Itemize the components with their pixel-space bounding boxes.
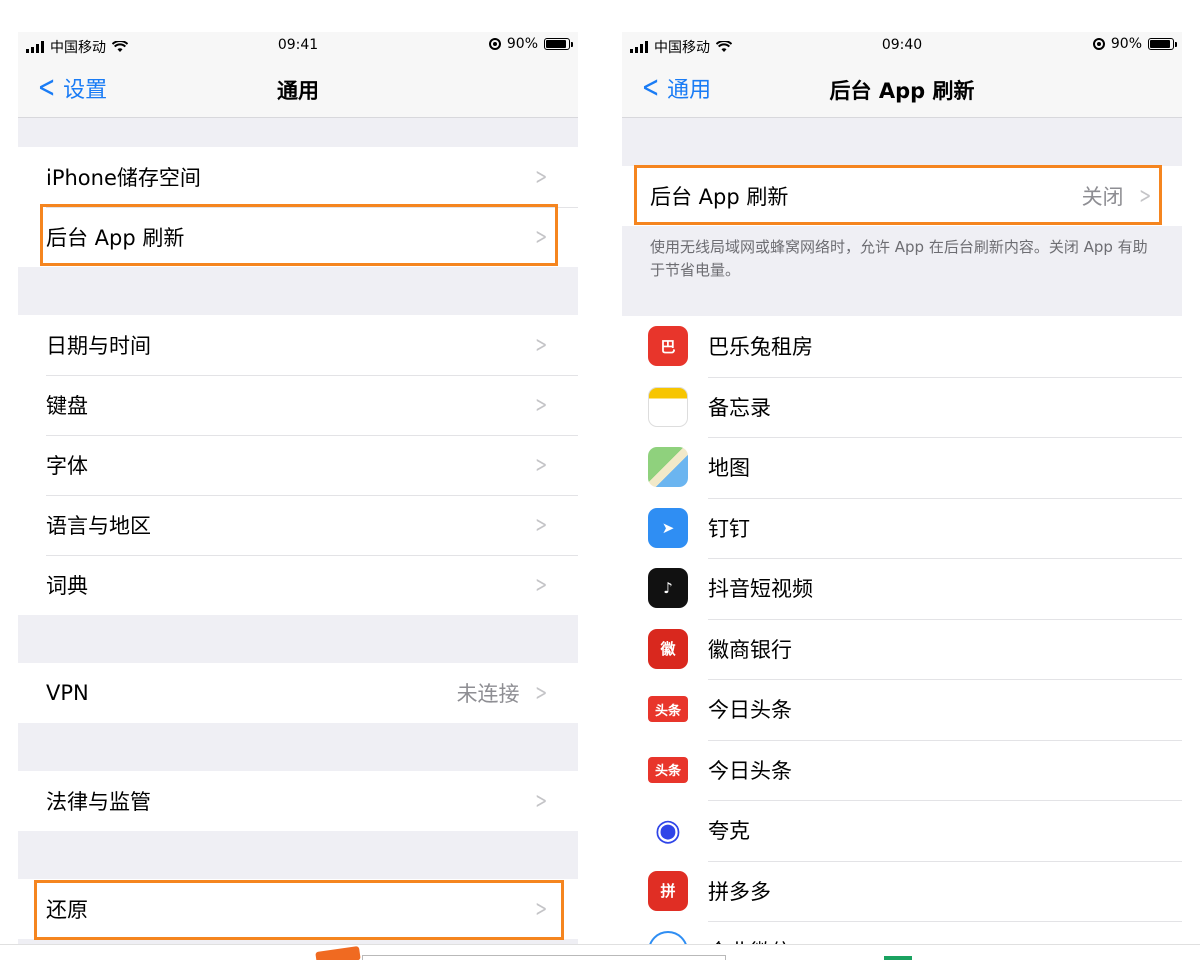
row-label: 语言与地区 bbox=[46, 514, 151, 538]
refresh-description: 使用无线局域网或蜂窝网络时，允许 App 在后台刷新内容。关闭 App 有助于节… bbox=[650, 238, 1148, 279]
chevron-right-icon: > bbox=[534, 452, 547, 478]
quark-icon: ◉ bbox=[648, 810, 688, 851]
app-name: 今日头条 bbox=[708, 758, 792, 783]
row-label: 日期与时间 bbox=[46, 334, 151, 358]
app-name: 徽商银行 bbox=[708, 637, 792, 662]
app-list: 巴巴乐兔租房 备忘录 地图 ➤ 钉钉 ♪ 抖音短视频徽徽商银行 头条 今日头条 头条 今日头条 ◉ 夸克… bbox=[622, 316, 1182, 947]
maps-icon bbox=[648, 447, 688, 488]
reset-row[interactable]: 还原 > bbox=[18, 879, 578, 939]
chevron-right-icon: > bbox=[534, 224, 547, 250]
dingtalk-icon: ➤ bbox=[648, 507, 688, 548]
page-title: 后台 App 刷新 bbox=[829, 79, 975, 103]
app-row[interactable]: 头条 今日头条 bbox=[622, 739, 1182, 800]
row-label: 后台 App 刷新 bbox=[46, 226, 185, 250]
status-bar: 中国移动 09:41 90% bbox=[18, 32, 578, 58]
chevron-right-icon: > bbox=[534, 332, 547, 358]
dictionary-row[interactable]: 词典 > bbox=[18, 555, 578, 615]
app-row[interactable]: 地图 bbox=[622, 437, 1182, 498]
background-app-refresh-row[interactable]: 后台 App 刷新 > bbox=[18, 207, 578, 267]
orange-fragment bbox=[315, 946, 361, 960]
douyin-icon: ♪ bbox=[648, 568, 688, 609]
legal-group: 法律与监管 > bbox=[18, 771, 578, 831]
app-row[interactable]: 头条 今日头条 bbox=[622, 679, 1182, 740]
row-label: iPhone储存空间 bbox=[46, 166, 201, 190]
chevron-right-icon: > bbox=[534, 512, 547, 538]
battery-icon bbox=[544, 38, 573, 50]
app-name: 夸克 bbox=[708, 819, 750, 844]
bale-rabbit-icon: 巴 bbox=[648, 326, 688, 367]
reset-group: 还原 > bbox=[18, 879, 578, 939]
battery-percent: 90% bbox=[1110, 36, 1142, 52]
row-label: VPN bbox=[46, 681, 89, 705]
chevron-right-icon: > bbox=[534, 164, 547, 190]
row-label: 键盘 bbox=[46, 394, 88, 418]
chevron-right-icon: > bbox=[534, 680, 547, 706]
line-fragment bbox=[362, 955, 726, 960]
date-time-row[interactable]: 日期与时间 > bbox=[18, 315, 578, 375]
orientation-lock-icon bbox=[1092, 38, 1105, 50]
orientation-lock-icon bbox=[488, 38, 501, 50]
chevron-right-icon: > bbox=[534, 896, 547, 922]
chevron-right-icon: > bbox=[1138, 183, 1151, 209]
row-label: 法律与监管 bbox=[46, 790, 151, 814]
nav-bar: < 设置 通用 bbox=[18, 58, 578, 118]
status-bar: 中国移动 09:40 90% bbox=[622, 32, 1182, 58]
app-row[interactable]: ♪ 抖音短视频 bbox=[622, 558, 1182, 619]
refresh-toggle-group: 后台 App 刷新 关闭 > bbox=[622, 166, 1182, 226]
app-row[interactable]: 巴巴乐兔租房 bbox=[622, 316, 1182, 377]
general-settings-screen: 中国移动 09:41 90% < 设置 通用 iPhone储存空间 > 后台 A… bbox=[18, 32, 578, 947]
battery-icon bbox=[1148, 38, 1177, 50]
chevron-right-icon: > bbox=[534, 392, 547, 418]
app-name: 地图 bbox=[708, 456, 750, 481]
bottom-edge-strip bbox=[0, 944, 1200, 960]
app-name: 备忘录 bbox=[708, 395, 771, 420]
app-name: 钉钉 bbox=[708, 516, 750, 541]
vpn-status: 未连接 bbox=[456, 682, 520, 706]
app-row[interactable]: ➤ 钉钉 bbox=[622, 497, 1182, 558]
app-row[interactable]: 备忘录 bbox=[622, 376, 1182, 437]
legal-regulatory-row[interactable]: 法律与监管 > bbox=[18, 771, 578, 831]
chevron-right-icon: > bbox=[534, 572, 547, 598]
vpn-group: VPN 未连接 > bbox=[18, 663, 578, 723]
page-title: 通用 bbox=[277, 79, 319, 103]
background-app-refresh-screen: 中国移动 09:40 90% < 通用 后台 App 刷新 后台 App 刷新 … bbox=[622, 32, 1182, 947]
keyboard-row[interactable]: 键盘 > bbox=[18, 375, 578, 435]
background-app-refresh-setting-row[interactable]: 后台 App 刷新 关闭 > bbox=[622, 166, 1182, 226]
iphone-storage-row[interactable]: iPhone储存空间 > bbox=[18, 147, 578, 207]
row-label: 还原 bbox=[46, 898, 88, 922]
fonts-row[interactable]: 字体 > bbox=[18, 435, 578, 495]
green-fragment bbox=[884, 956, 912, 960]
nav-bar: < 通用 后台 App 刷新 bbox=[622, 58, 1182, 118]
app-name: 抖音短视频 bbox=[708, 577, 813, 602]
storage-group: iPhone储存空间 > 后台 App 刷新 > bbox=[18, 147, 578, 267]
row-label: 词典 bbox=[46, 574, 88, 598]
app-name: 今日头条 bbox=[708, 698, 792, 723]
row-label: 字体 bbox=[46, 454, 88, 478]
app-name: 巴乐兔租房 bbox=[708, 335, 813, 360]
pinduoduo-icon: 拼 bbox=[648, 870, 688, 911]
huishang-bank-icon: 徽 bbox=[648, 628, 688, 669]
toutiao-icon: 头条 bbox=[648, 696, 688, 723]
refresh-value: 关闭 bbox=[1081, 185, 1124, 209]
chevron-right-icon: > bbox=[534, 788, 547, 814]
notes-icon bbox=[648, 386, 688, 427]
app-row[interactable]: 拼拼多多 bbox=[622, 860, 1182, 921]
language-region-row[interactable]: 语言与地区 > bbox=[18, 495, 578, 555]
app-row[interactable]: ◉ 夸克 bbox=[622, 800, 1182, 861]
locale-group: 日期与时间 > 键盘 > 字体 > 语言与地区 > 词典 > bbox=[18, 315, 578, 615]
row-label: 后台 App 刷新 bbox=[650, 185, 789, 209]
app-row[interactable]: 徽徽商银行 bbox=[622, 618, 1182, 679]
battery-percent: 90% bbox=[506, 36, 538, 52]
toutiao-icon: 头条 bbox=[648, 756, 688, 783]
vpn-row[interactable]: VPN 未连接 > bbox=[18, 663, 578, 723]
app-name: 拼多多 bbox=[708, 879, 771, 904]
